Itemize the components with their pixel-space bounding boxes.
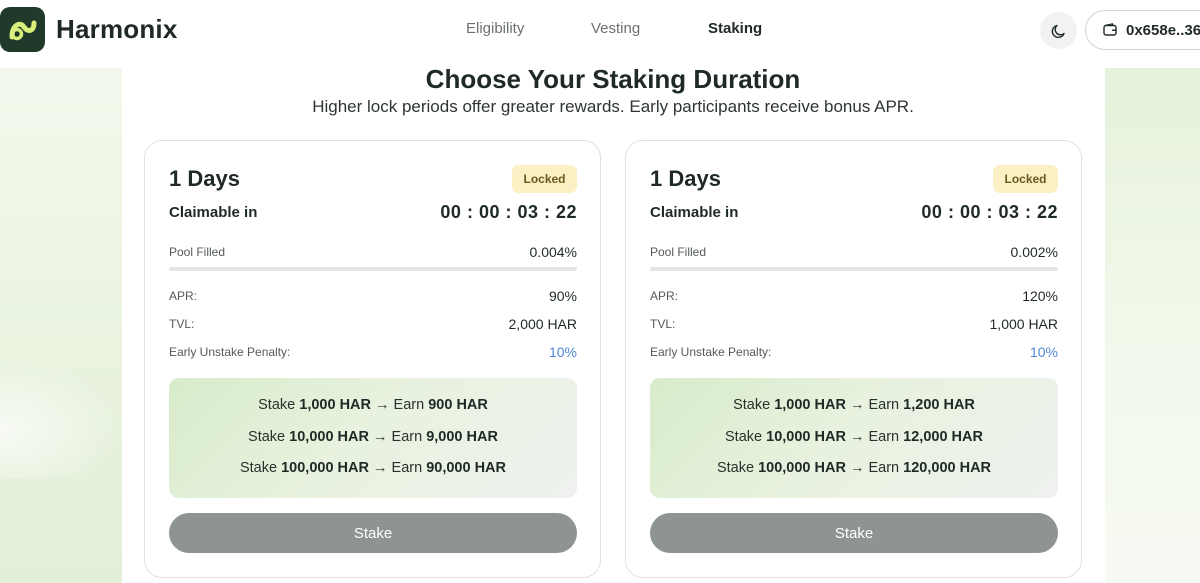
earn-example: Stake 100,000 HAR → Earn 120,000 HAR: [650, 460, 1058, 476]
background-left-panel: [0, 68, 122, 583]
card-title: 1 Days: [169, 166, 240, 191]
main-nav: Eligibility Vesting Staking: [0, 20, 1200, 40]
top-header: Harmonix Eligibility Vesting Staking 0x6…: [0, 0, 1200, 62]
penalty-label: Early Unstake Penalty:: [650, 345, 772, 359]
countdown-timer: 00 : 00 : 03 : 22: [921, 202, 1058, 222]
earn-example: Stake 100,000 HAR → Earn 90,000 HAR: [169, 460, 577, 476]
page-subtitle: Higher lock periods offer greater reward…: [312, 97, 914, 116]
earn-arrow-text: → Earn: [849, 397, 900, 413]
stake-prefix: Stake: [248, 429, 286, 445]
card-title: 1 Days: [650, 166, 721, 191]
tvl-value: 2,000 HAR: [508, 316, 577, 332]
pool-filled-label: Pool Filled: [650, 245, 707, 259]
stake-amount: 10,000 HAR: [766, 429, 846, 445]
moon-icon: [1051, 24, 1065, 38]
stake-button[interactable]: Stake: [169, 513, 577, 553]
status-badge: Locked: [512, 165, 577, 193]
earnings-examples: Stake 1,000 HAR → Earn 1,200 HAR Stake 1…: [650, 378, 1058, 498]
earn-arrow-text: → Earn: [375, 397, 425, 413]
pool-progress-bar: [650, 267, 1058, 271]
earn-arrow-text: → Earn: [849, 429, 900, 445]
stake-prefix: Stake: [239, 460, 278, 476]
penalty-value: 10%: [548, 344, 577, 360]
staking-card: 1 Days Locked Claimable in 00 : 00 : 03 …: [144, 140, 601, 578]
nav-staking[interactable]: Staking: [708, 20, 762, 37]
page-title: Choose Your Staking Duration: [425, 64, 801, 94]
pool-filled-label: Pool Filled: [169, 245, 226, 259]
stake-amount: 100,000 HAR: [281, 460, 369, 476]
background-right-panel: [1105, 68, 1200, 583]
wallet-button[interactable]: 0x658e..36: [1085, 10, 1200, 50]
staking-card: 1 Days Locked Claimable in 00 : 00 : 03 …: [625, 140, 1082, 578]
earn-example: Stake 1,000 HAR → Earn 900 HAR: [169, 397, 577, 413]
penalty-label: Early Unstake Penalty:: [169, 345, 291, 359]
pool-progress-bar: [169, 267, 577, 271]
tvl-label: TVL:: [650, 317, 676, 331]
earn-arrow-text: → Earn: [849, 460, 900, 476]
tvl-label: TVL:: [169, 317, 195, 331]
pool-filled-value: 0.004%: [529, 244, 577, 260]
earn-amount: 120,000 HAR: [903, 460, 992, 476]
earn-amount: 900 HAR: [428, 397, 488, 413]
status-badge: Locked: [993, 165, 1058, 193]
stake-prefix: Stake: [733, 397, 771, 413]
countdown-timer: 00 : 00 : 03 : 22: [440, 202, 577, 222]
apr-label: APR:: [650, 289, 679, 303]
earn-example: Stake 1,000 HAR → Earn 1,200 HAR: [650, 397, 1058, 413]
stake-prefix: Stake: [258, 397, 296, 413]
stake-amount: 10,000 HAR: [289, 429, 369, 445]
theme-toggle-button[interactable]: [1040, 12, 1077, 49]
penalty-value: 10%: [1029, 344, 1058, 360]
earn-arrow-text: → Earn: [373, 429, 423, 445]
wallet-icon: [1103, 23, 1117, 36]
nav-eligibility[interactable]: Eligibility: [466, 20, 524, 37]
stake-amount: 1,000 HAR: [299, 397, 371, 413]
wallet-address: 0x658e..36: [1126, 21, 1200, 39]
nav-vesting[interactable]: Vesting: [591, 20, 640, 37]
apr-value: 120%: [1022, 288, 1058, 304]
tvl-value: 1,000 HAR: [989, 316, 1058, 332]
earn-amount: 1,200 HAR: [903, 397, 975, 413]
pool-filled-value: 0.002%: [1010, 244, 1058, 260]
earn-amount: 9,000 HAR: [426, 429, 498, 445]
earn-arrow-text: → Earn: [373, 460, 423, 476]
stake-amount: 1,000 HAR: [774, 397, 846, 413]
claimable-label: Claimable in: [169, 204, 258, 221]
stake-prefix: Stake: [725, 429, 763, 445]
earn-example: Stake 10,000 HAR → Earn 9,000 HAR: [169, 429, 577, 445]
earn-amount: 12,000 HAR: [903, 429, 983, 445]
earn-example: Stake 10,000 HAR → Earn 12,000 HAR: [650, 429, 1058, 445]
earn-amount: 90,000 HAR: [426, 460, 506, 476]
stake-button[interactable]: Stake: [650, 513, 1058, 553]
claimable-label: Claimable in: [650, 204, 739, 221]
apr-value: 90%: [548, 288, 577, 304]
apr-label: APR:: [169, 289, 198, 303]
earnings-examples: Stake 1,000 HAR → Earn 900 HAR Stake 10,…: [169, 378, 577, 498]
stake-amount: 100,000 HAR: [758, 460, 846, 476]
stake-prefix: Stake: [716, 460, 755, 476]
